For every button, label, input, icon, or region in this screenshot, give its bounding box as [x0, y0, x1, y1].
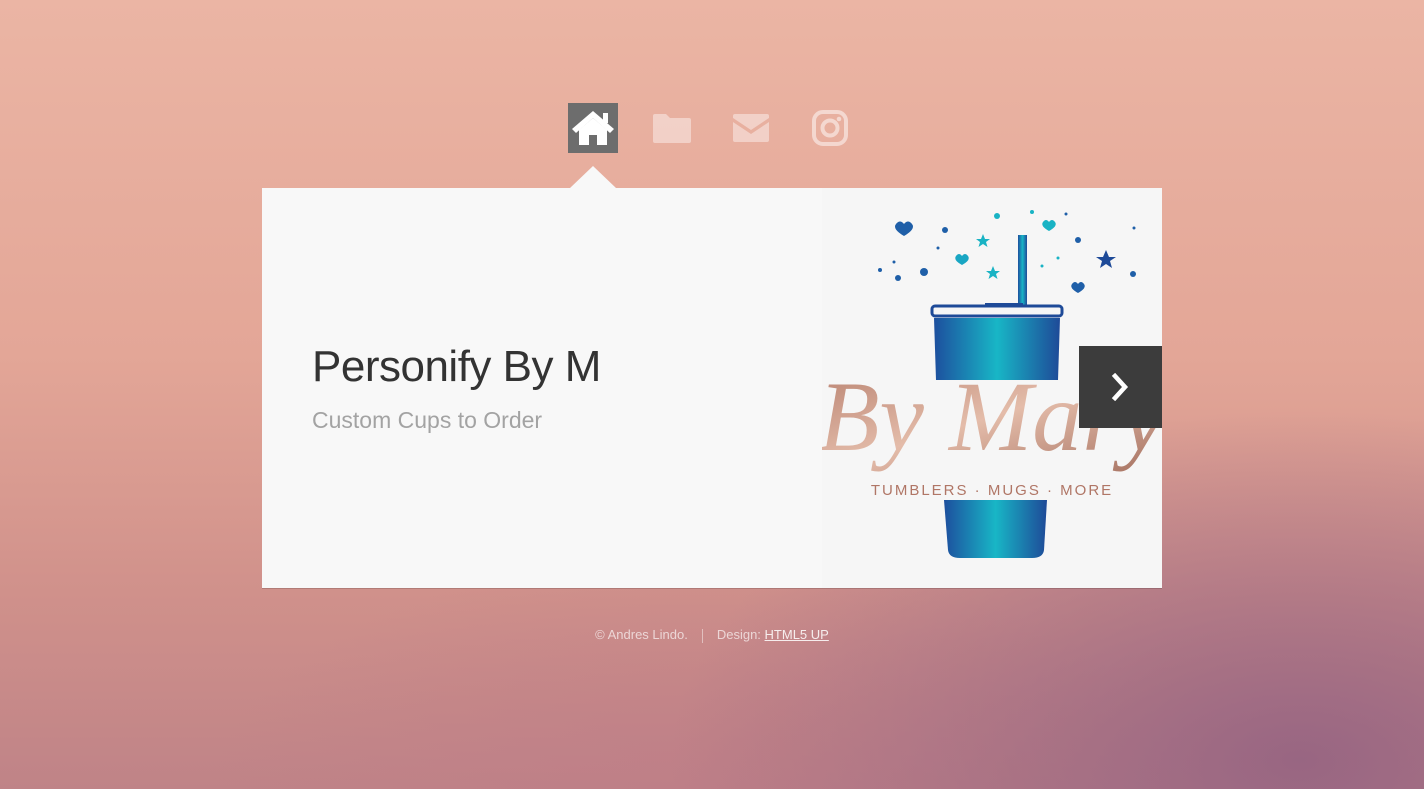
nav-portfolio[interactable] [647, 103, 697, 153]
page-title: Personify By M [312, 342, 601, 391]
nav-contact[interactable] [726, 103, 776, 153]
copyright-text: © Andres Lindo. [595, 627, 688, 642]
nav-home[interactable] [568, 103, 618, 153]
footer: © Andres Lindo. Design: HTML5 UP [0, 627, 1424, 643]
design-label: Design: [716, 627, 761, 642]
instagram-icon [812, 110, 848, 146]
page-subtitle: Custom Cups to Order [312, 407, 543, 433]
home-icon [572, 111, 614, 145]
folder-icon [653, 114, 691, 143]
active-tab-pointer [570, 166, 616, 188]
main-panel: Personify By M Custom Cups to Order By M… [262, 188, 1166, 588]
next-button[interactable] [1079, 346, 1162, 428]
footer-divider [701, 628, 703, 643]
logo-tagline: TUMBLERS · MUGS · MORE [871, 482, 1113, 499]
chevron-right-icon [1111, 373, 1128, 401]
design-credit-link[interactable]: HTML5 UP [765, 627, 829, 642]
nav-instagram[interactable] [805, 103, 855, 153]
envelope-icon [733, 114, 769, 142]
